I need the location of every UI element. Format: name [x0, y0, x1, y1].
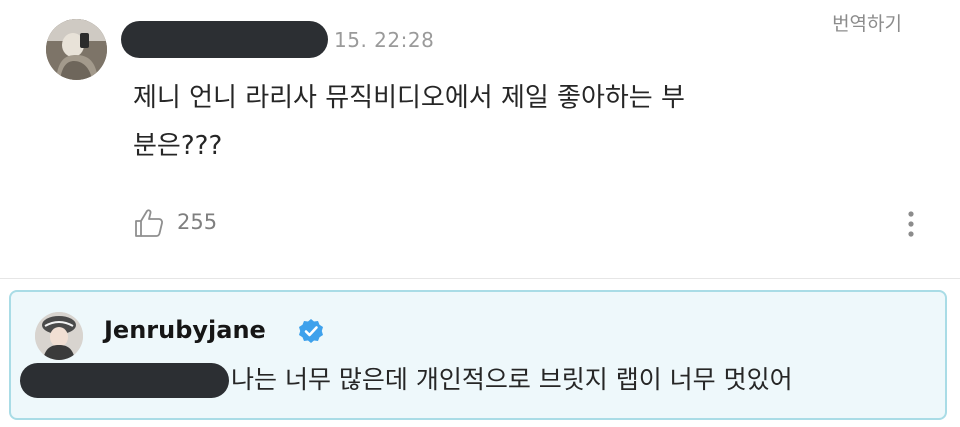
reply-card: Jenrubyjane 나는 너무 많은데 개인적으로 브릿지 랩이 너무 멋있…: [9, 290, 947, 420]
translate-link[interactable]: 번역하기: [832, 9, 902, 36]
redacted-mention: [20, 363, 229, 398]
comment-text: 제니 언니 라리사 뮤직비디오에서 제일 좋아하는 부 분은???: [133, 83, 685, 161]
vertical-ellipsis-icon: [908, 211, 914, 237]
commenter-avatar[interactable]: [46, 19, 107, 80]
reply-text: 나는 너무 많은데 개인적으로 브릿지 랩이 너무 멋있어: [231, 365, 793, 394]
comment-timestamp: 15. 22:28: [334, 28, 435, 52]
more-options-button[interactable]: [900, 208, 922, 242]
thumbs-up-icon: [135, 209, 163, 237]
reply-author-avatar[interactable]: [35, 312, 83, 360]
redacted-username: [121, 21, 328, 58]
reply-author-name[interactable]: Jenrubyjane: [104, 316, 266, 344]
comment-thread: 15. 22:28 번역하기 제니 언니 라리사 뮤직비디오에서 제일 좋아하는…: [0, 0, 960, 427]
like-count: 255: [177, 210, 218, 234]
divider: [0, 278, 960, 279]
like-button[interactable]: [133, 207, 165, 239]
verified-badge-icon: [299, 319, 323, 343]
